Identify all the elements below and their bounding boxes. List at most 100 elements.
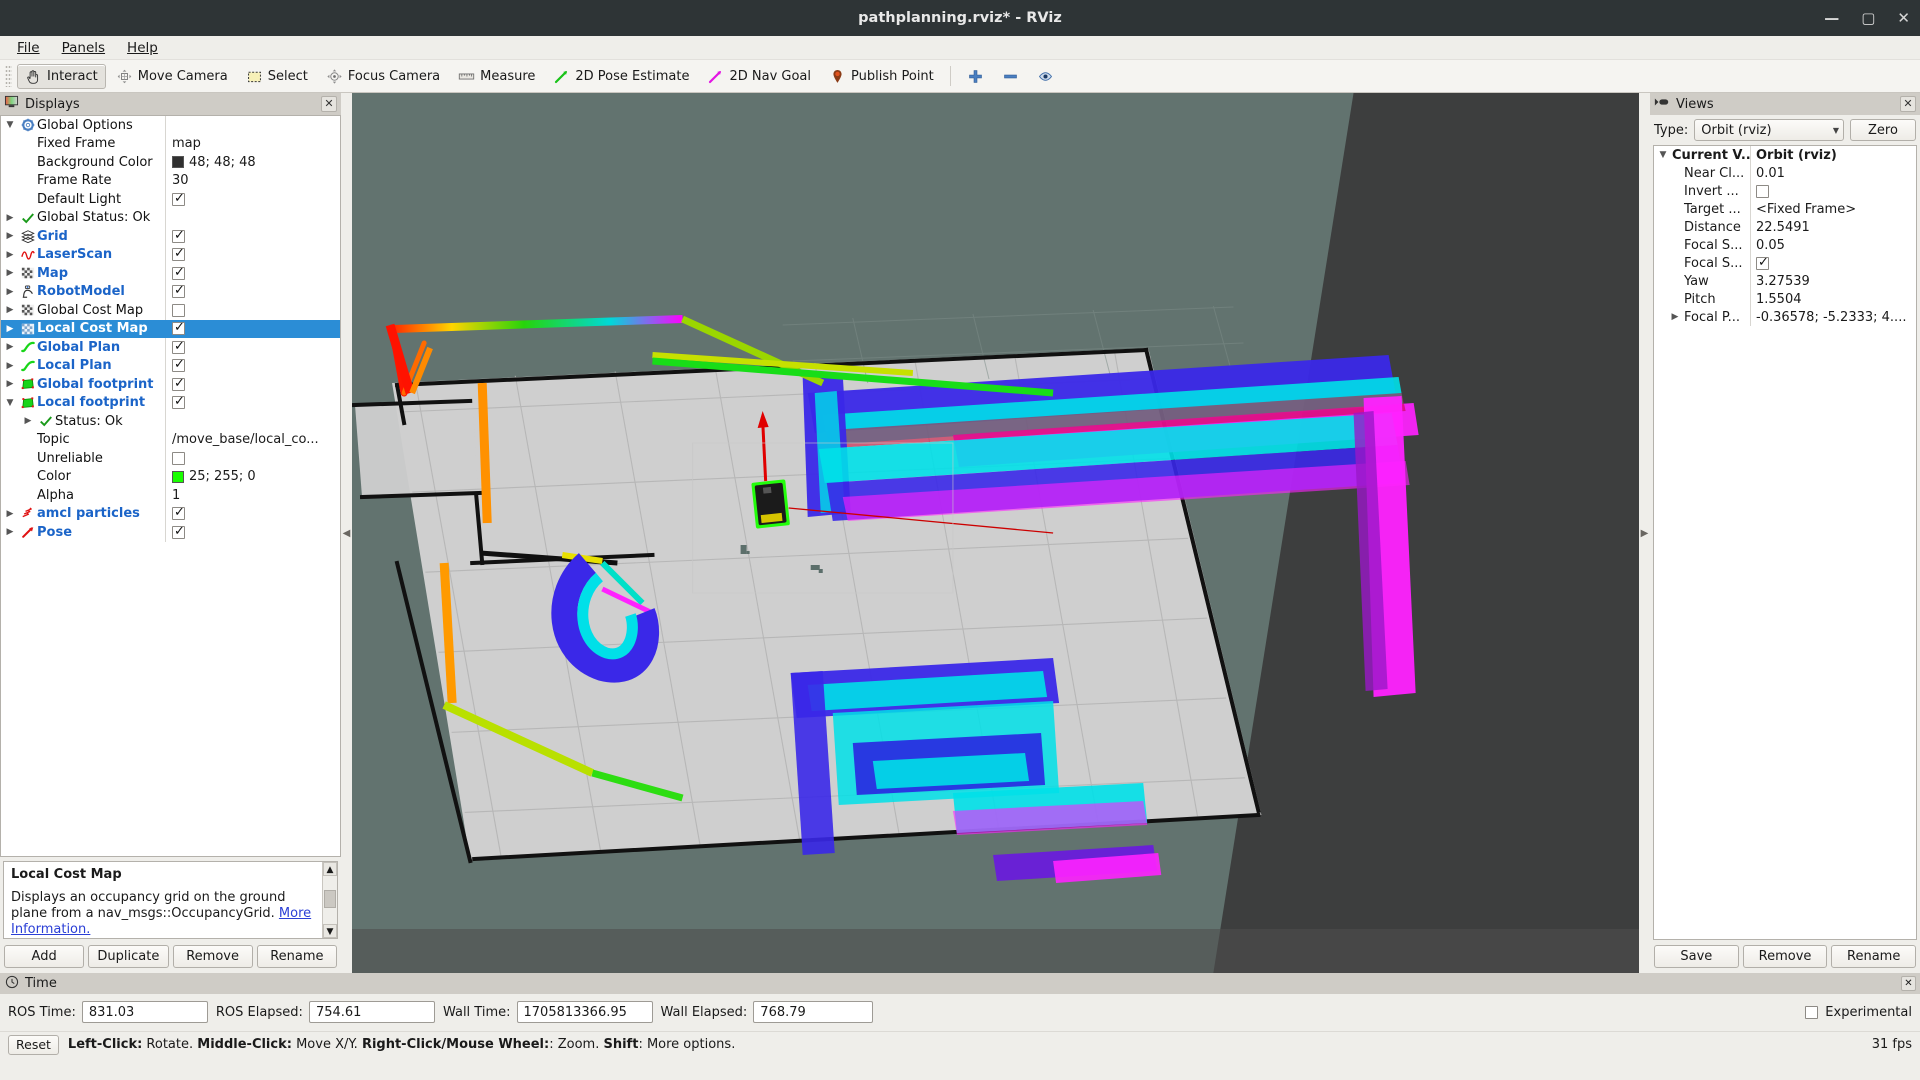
display-row-grid[interactable]: ▶ Grid (1, 227, 340, 246)
menu-item-panels[interactable]: Panels (53, 38, 114, 58)
collapsed-arrow-icon[interactable]: ▶ (1, 379, 19, 389)
tool-measure-button[interactable]: Measure (450, 64, 543, 89)
view-property-value-cell[interactable]: <Fixed Frame> (1750, 200, 1916, 218)
zoom-out-button[interactable] (994, 64, 1027, 89)
zoom-in-button[interactable] (959, 64, 992, 89)
collapsed-arrow-icon[interactable]: ▶ (1, 250, 19, 260)
add-display-button[interactable]: Add (4, 945, 85, 968)
display-row-global-options[interactable]: ▼ Global Options (1, 116, 340, 135)
collapsed-arrow-icon[interactable]: ▶ (1, 305, 19, 315)
wall-time-input[interactable]: 1705813366.95 (516, 1001, 653, 1023)
view-property-value-cell[interactable] (1750, 254, 1916, 272)
display-row-global-footprint[interactable]: ▶ Global footprint (1, 375, 340, 394)
display-row-default-light[interactable]: Default Light (1, 190, 340, 209)
display-row-status-ok[interactable]: ▶ Status: Ok (1, 412, 340, 431)
display-enable-checkbox[interactable] (172, 246, 185, 262)
menu-item-help[interactable]: Help (118, 38, 167, 58)
display-enable-checkbox[interactable] (172, 265, 185, 280)
collapsed-arrow-icon[interactable]: ▶ (1, 509, 19, 519)
display-row-pose[interactable]: ▶ Pose (1, 523, 340, 542)
collapsed-arrow-icon[interactable]: ▶ (19, 416, 37, 426)
display-row-alpha[interactable]: Alpha 1 (1, 486, 340, 505)
display-row-value-cell[interactable] (165, 319, 340, 338)
display-row-amcl-particles[interactable]: ▶ amcl particles (1, 504, 340, 523)
remove-view-button[interactable]: Remove (1742, 945, 1828, 968)
display-row-value-cell[interactable] (165, 393, 340, 412)
menu-item-file[interactable]: File (8, 38, 49, 58)
color-swatch[interactable] (172, 156, 184, 169)
display-row-value-cell[interactable] (165, 227, 340, 246)
scrollbar-thumb[interactable] (324, 890, 336, 908)
display-row-value-cell[interactable] (165, 412, 340, 431)
ros-elapsed-input[interactable]: 754.61 (308, 1001, 435, 1023)
views-property-tree[interactable]: ▼ Current V... Orbit (rviz) Near Cl... 0.01 I… (1653, 145, 1917, 940)
display-row-local-plan[interactable]: ▶ Local Plan (1, 356, 340, 375)
display-row-global-cost-map[interactable]: ▶ Global Cost Map (1, 301, 340, 320)
color-swatch[interactable] (172, 470, 184, 483)
display-row-value-cell[interactable] (165, 208, 340, 227)
views-close-icon[interactable]: ✕ (1900, 96, 1916, 112)
remove-display-button[interactable]: Remove (172, 945, 253, 968)
collapsed-arrow-icon[interactable]: ▶ (1, 361, 19, 371)
displays-close-icon[interactable]: ✕ (321, 96, 337, 112)
view-property-value-cell[interactable]: 0.05 (1750, 236, 1916, 254)
rename-display-button[interactable]: Rename (256, 945, 337, 968)
display-row-value-cell[interactable]: map (165, 134, 340, 153)
collapsed-arrow-icon[interactable]: ▶ (1, 527, 19, 537)
display-row-value-cell[interactable] (165, 356, 340, 375)
display-row-value-cell[interactable] (165, 282, 340, 301)
minimize-icon[interactable]: — (1824, 10, 1839, 26)
display-enable-checkbox[interactable] (172, 339, 185, 354)
display-row-global-status-ok[interactable]: ▶ Global Status: Ok (1, 208, 340, 227)
display-row-frame-rate[interactable]: Frame Rate 30 (1, 171, 340, 190)
maximize-icon[interactable]: ▢ (1861, 10, 1875, 26)
left-splitter-handle[interactable]: ◀ (341, 93, 352, 973)
collapsed-arrow-icon[interactable]: ▶ (1, 324, 19, 334)
display-enable-checkbox[interactable] (172, 303, 185, 317)
collapsed-arrow-icon[interactable]: ▶ (1, 213, 19, 223)
display-row-value-cell[interactable] (165, 190, 340, 209)
display-row-value-cell[interactable] (165, 504, 340, 523)
view-property-value-cell[interactable] (1750, 182, 1916, 200)
expanded-arrow-icon[interactable]: ▼ (1, 120, 19, 130)
display-row-map[interactable]: ▶ Map (1, 264, 340, 283)
scroll-up-icon[interactable]: ▲ (323, 862, 337, 876)
duplicate-display-button[interactable]: Duplicate (88, 945, 169, 968)
display-row-background-color[interactable]: Background Color 48; 48; 48 (1, 153, 340, 172)
view-property-row[interactable]: Distance 22.5491 (1654, 218, 1916, 236)
view-property-row[interactable]: Near Cl... 0.01 (1654, 164, 1916, 182)
collapsed-arrow-icon[interactable]: ▶ (1, 342, 19, 352)
experimental-checkbox[interactable] (1805, 1005, 1819, 1019)
display-row-fixed-frame[interactable]: Fixed Frame map (1, 134, 340, 153)
tool-interact-button[interactable]: Interact (17, 63, 106, 89)
tool-move-camera-button[interactable]: Move Camera (108, 64, 236, 89)
view-property-row[interactable]: ▼ Current V... Orbit (rviz) (1654, 146, 1916, 164)
collapsed-arrow-icon[interactable]: ▶ (1, 287, 19, 297)
display-row-laserscan[interactable]: ▶ LaserScan (1, 245, 340, 264)
display-enable-checkbox[interactable] (172, 394, 185, 410)
view-type-select[interactable]: Orbit (rviz) ▼ (1694, 119, 1844, 141)
display-row-value-cell[interactable] (165, 338, 340, 357)
scroll-down-icon[interactable]: ▼ (323, 924, 337, 938)
wall-elapsed-input[interactable]: 768.79 (753, 1001, 874, 1023)
ros-time-input[interactable]: 831.03 (81, 1001, 208, 1023)
display-row-topic[interactable]: Topic/move_base/local_co... (1, 430, 340, 449)
display-enable-checkbox[interactable] (172, 505, 185, 521)
view-property-row[interactable]: Invert ... (1654, 182, 1916, 200)
collapsed-arrow-icon[interactable]: ▶ (1, 268, 19, 278)
display-enable-checkbox[interactable] (172, 228, 185, 243)
display-row-value-cell[interactable]: 25; 255; 0 (165, 467, 340, 486)
view-property-row[interactable]: Focal S... (1654, 254, 1916, 272)
view-property-checkbox[interactable] (1756, 255, 1769, 270)
display-row-global-plan[interactable]: ▶ Global Plan (1, 338, 340, 357)
display-enable-checkbox[interactable] (172, 191, 185, 206)
display-row-value-cell[interactable] (165, 264, 340, 283)
right-splitter-handle[interactable]: ▶ (1639, 93, 1650, 973)
display-enable-checkbox[interactable] (172, 451, 185, 465)
display-row-color[interactable]: Color 25; 255; 0 (1, 467, 340, 486)
view-property-row[interactable]: ▶ Focal P... -0.36578; -5.2333; 4.... (1654, 308, 1916, 326)
display-row-value-cell[interactable] (165, 301, 340, 320)
display-row-robotmodel[interactable]: ▶ RobotModel (1, 282, 340, 301)
view-property-checkbox[interactable] (1756, 184, 1769, 198)
view-property-value-cell[interactable]: 22.5491 (1750, 218, 1916, 236)
